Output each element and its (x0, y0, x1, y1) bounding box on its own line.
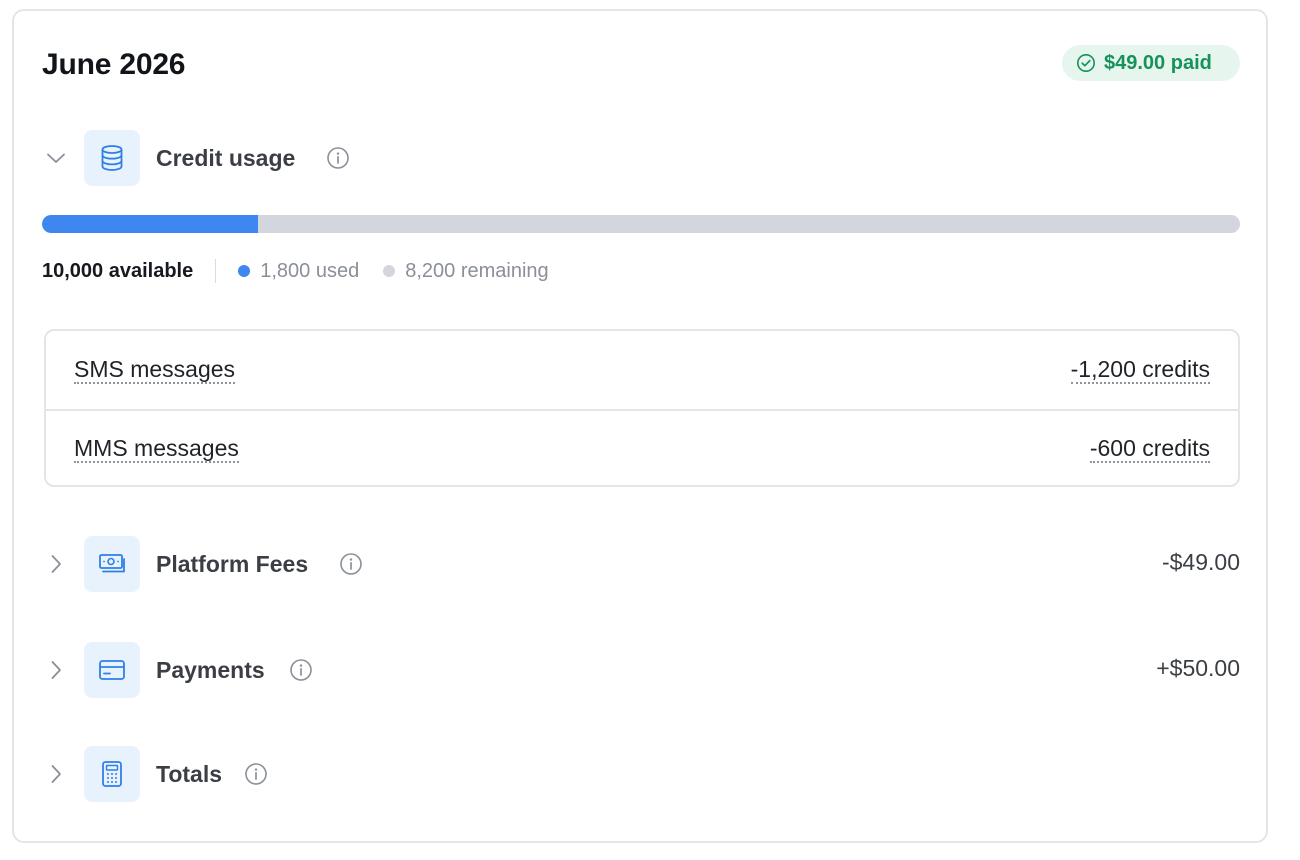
chevron-down-icon (47, 153, 65, 163)
platform-fees-icon-tile (84, 536, 140, 592)
payments-expand-toggle[interactable] (42, 656, 70, 684)
credits-available: 10,000 available (42, 259, 194, 282)
line-item-amount[interactable]: -600 credits (1089, 435, 1210, 463)
platform-fees-expand-toggle[interactable] (42, 550, 70, 578)
database-icon (101, 145, 123, 171)
credit-usage-info-icon[interactable] (326, 146, 350, 170)
page-title: June 2026 (42, 48, 186, 81)
paid-badge-label: $49.00 paid (1104, 51, 1212, 74)
credit-usage-collapse-toggle[interactable] (42, 144, 70, 172)
platform-fees-amount: -$49.00 (1161, 549, 1240, 575)
payments-icon-tile (84, 642, 140, 698)
check-circle-icon (1077, 54, 1095, 72)
line-item-amount[interactable]: -1,200 credits (1070, 356, 1210, 384)
table-row: SMS messages -1,200 credits (46, 331, 1238, 409)
used-dot-icon (238, 265, 251, 277)
table-row: MMS messages -600 credits (46, 409, 1238, 485)
money-icon (99, 554, 125, 573)
platform-fees-info-icon[interactable] (339, 552, 363, 576)
totals-label: Totals (156, 761, 223, 787)
credit-usage-legend: 10,000 available 1,800 used 8,200 remain… (42, 257, 549, 285)
credit-card-icon (99, 660, 125, 680)
payments-label: Payments (156, 657, 265, 683)
credit-usage-progress-bar (42, 215, 1240, 233)
totals-info-icon[interactable] (244, 762, 268, 786)
chevron-right-icon (51, 661, 61, 679)
credit-usage-icon-tile (84, 130, 140, 186)
calculator-icon (102, 761, 122, 787)
chevron-right-icon (51, 555, 61, 573)
payments-info-icon[interactable] (289, 658, 313, 682)
totals-expand-toggle[interactable] (42, 760, 70, 788)
line-item-name[interactable]: MMS messages (74, 435, 239, 463)
line-item-name[interactable]: SMS messages (74, 356, 236, 384)
credits-remaining: 8,200 remaining (405, 259, 549, 282)
credit-usage-progress-fill (42, 215, 258, 233)
billing-period-card: June 2026 $49.00 paid Credit usage 10,00… (12, 9, 1268, 843)
payments-amount: +$50.00 (1156, 655, 1240, 681)
credit-usage-breakdown: SMS messages -1,200 credits MMS messages… (44, 329, 1240, 487)
platform-fees-label: Platform Fees (156, 551, 309, 577)
chevron-right-icon (51, 765, 61, 783)
paid-status-badge: $49.00 paid (1062, 45, 1240, 81)
totals-icon-tile (84, 746, 140, 802)
credits-used: 1,800 used (260, 259, 360, 282)
legend-divider (215, 259, 217, 283)
remaining-dot-icon (383, 265, 396, 277)
credit-usage-label: Credit usage (156, 145, 296, 171)
